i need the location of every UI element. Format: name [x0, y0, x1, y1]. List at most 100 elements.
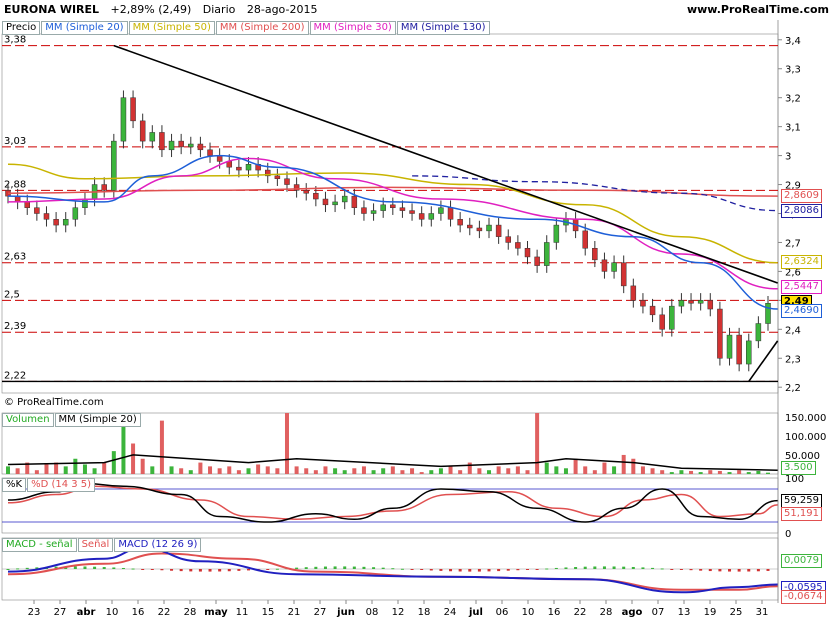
- candle: [341, 195, 348, 203]
- candle: [82, 198, 88, 208]
- volume-bar: [515, 466, 520, 474]
- period-label: Diario: [202, 3, 236, 16]
- macd-histogram-bar: [718, 569, 722, 572]
- macd-histogram-bar: [247, 569, 251, 571]
- volume-bar: [304, 468, 309, 474]
- candle: [582, 230, 588, 249]
- candle: [197, 143, 204, 151]
- trend-line: [748, 340, 779, 382]
- volume-bar: [227, 466, 232, 474]
- candle: [43, 213, 50, 220]
- volume-bar: [708, 470, 713, 474]
- candle: [620, 262, 627, 287]
- macd-histogram-bar: [766, 569, 770, 571]
- candle: [467, 224, 473, 229]
- volume-bar: [140, 458, 145, 474]
- volume-bar: [131, 443, 136, 474]
- candle: [659, 314, 665, 330]
- macd-histogram-bar: [372, 567, 376, 569]
- candle: [120, 97, 127, 142]
- volume-legend-item[interactable]: MM (Simple 20): [54, 413, 141, 427]
- price-legend-item[interactable]: MM (Simple 30): [309, 21, 396, 35]
- volume-bar: [583, 466, 588, 474]
- volume-bar: [198, 462, 203, 474]
- candle: [601, 259, 608, 272]
- candle: [649, 305, 656, 316]
- x-tick-label: 23: [28, 607, 41, 618]
- x-tick-label: 10: [106, 607, 119, 618]
- volume-bar: [535, 413, 540, 474]
- candle: [380, 204, 386, 211]
- volume-bar: [496, 466, 501, 474]
- stoch-legend-item[interactable]: %K: [2, 478, 27, 492]
- candle: [553, 224, 560, 243]
- volume-bar: [438, 468, 443, 474]
- volume-bar: [650, 468, 655, 474]
- candle: [543, 242, 550, 266]
- candle: [697, 300, 704, 304]
- macd-histogram-bar: [699, 569, 703, 571]
- stoch-legend-item[interactable]: %D (14 3 5): [27, 478, 96, 492]
- macd-legend-item[interactable]: MACD (12 26 9): [114, 538, 202, 552]
- level-label: 2,5: [4, 289, 20, 300]
- x-tick-label: abr: [77, 607, 96, 618]
- price-legend-item[interactable]: Precio: [2, 21, 41, 35]
- x-tick-label: 25: [730, 607, 743, 618]
- x-tick-label: 06: [496, 607, 509, 618]
- stoch-k-value-box: 59,259: [781, 494, 822, 508]
- macd-histogram-bar: [198, 569, 202, 572]
- candle: [688, 300, 694, 304]
- macd-histogram-bar: [170, 569, 174, 571]
- candle: [130, 97, 136, 122]
- candle: [303, 190, 309, 194]
- macd-legend-item[interactable]: Señal: [77, 538, 114, 552]
- volume-bar: [592, 470, 597, 474]
- macd-histogram-bar: [420, 569, 424, 570]
- macd-histogram-bar: [179, 569, 183, 572]
- candle: [438, 207, 444, 214]
- candle: [515, 242, 521, 249]
- volume-tick-label: 150.000: [785, 413, 826, 424]
- volume-bar: [256, 464, 261, 474]
- macd-histogram-bar: [737, 569, 741, 572]
- volume-bar: [554, 466, 559, 474]
- candle: [669, 305, 675, 330]
- macd-legend-item[interactable]: MACD - señal: [2, 538, 77, 552]
- price-legend-item[interactable]: MM (Simple 50): [128, 21, 215, 35]
- candle: [313, 192, 319, 200]
- macd-histogram-bar: [25, 567, 29, 569]
- candle: [72, 207, 79, 220]
- candle: [390, 204, 396, 208]
- volume-legend: Volumen MM (Simple 20): [2, 413, 142, 427]
- macd-histogram-bar: [497, 569, 501, 572]
- macd-histogram-bar: [506, 569, 510, 571]
- site-link[interactable]: www.ProRealTime.com: [687, 3, 829, 16]
- candle: [765, 303, 771, 324]
- x-tick-label: 22: [574, 607, 587, 618]
- macd-histogram-bar: [525, 569, 529, 570]
- macd-histogram-bar: [602, 566, 606, 569]
- volume-bar: [82, 464, 87, 474]
- price-tick-label: 3,1: [785, 123, 801, 134]
- macd-signal-value-box: -0,0674: [781, 590, 826, 604]
- x-tick-label: 22: [158, 607, 171, 618]
- price-legend-item[interactable]: MM (Simple 20): [41, 21, 128, 35]
- volume-bar: [361, 466, 366, 474]
- candle: [111, 140, 117, 191]
- volume-bar: [400, 470, 405, 474]
- price-legend-item[interactable]: MM (Simple 200): [215, 21, 309, 35]
- price-tick-label: 2,6: [785, 267, 801, 278]
- volume-legend-item[interactable]: Volumen: [2, 413, 54, 427]
- symbol-name: EURONA WIREL: [4, 3, 100, 16]
- macd-histogram-bar: [516, 569, 520, 571]
- price-legend-item[interactable]: MM (Simple 130): [396, 21, 490, 35]
- volume-bar: [6, 466, 10, 474]
- stoch-tick-label: 100: [785, 474, 804, 485]
- macd-histogram-bar: [323, 566, 327, 569]
- level-label: 3,03: [4, 136, 26, 147]
- candle: [447, 207, 454, 220]
- x-tick-label: 21: [288, 607, 301, 618]
- macd-histogram-bar: [631, 566, 635, 569]
- volume-bar: [15, 468, 20, 474]
- volume-bar: [679, 470, 684, 474]
